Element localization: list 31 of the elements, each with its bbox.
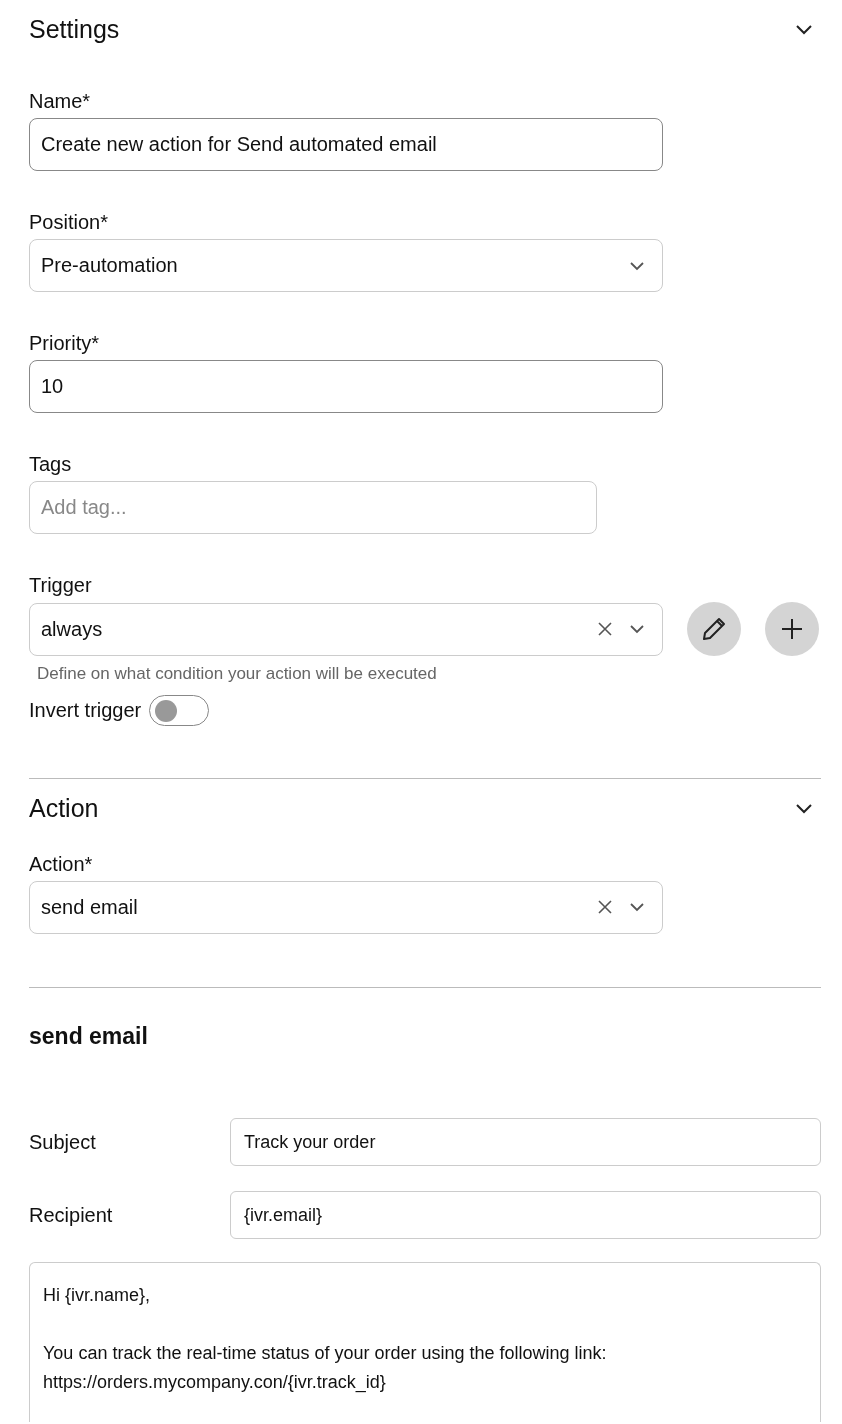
toggle-label: Invert trigger bbox=[29, 698, 142, 723]
message-body-field[interactable]: Hi {ivr.name}, You can track the real-time status of your order using the following link: https://orders.mycompany.con/{ivr.track_id} bbox=[29, 1262, 821, 1422]
field-label: Priority* bbox=[29, 331, 99, 356]
select-field[interactable]: always bbox=[29, 602, 663, 656]
field-label: Trigger bbox=[29, 573, 92, 598]
help-text: Define on what condition your action will be executed bbox=[37, 663, 437, 685]
edit-button[interactable] bbox=[687, 602, 741, 656]
chevron-down-icon bbox=[629, 623, 645, 635]
field-label: Position* bbox=[29, 210, 108, 235]
subsection-title: send email bbox=[29, 1021, 149, 1051]
tag-input-field[interactable]: Add tag... bbox=[29, 481, 597, 534]
field-label: Action* bbox=[29, 851, 93, 877]
pencil-icon bbox=[700, 615, 728, 643]
field-label: Subject bbox=[29, 1130, 97, 1155]
field-label: Name* bbox=[29, 89, 91, 114]
text-field[interactable]: {ivr.email} bbox=[230, 1191, 821, 1239]
text-field[interactable]: Track your order bbox=[230, 1118, 821, 1166]
text-field[interactable]: 10 bbox=[29, 360, 663, 413]
plus-icon bbox=[780, 617, 804, 641]
clear-icon bbox=[597, 899, 613, 915]
select-field[interactable]: Pre-automation bbox=[29, 239, 663, 292]
chevron-down-icon bbox=[629, 901, 645, 913]
chevron-down-icon bbox=[629, 259, 645, 272]
field-label: Tags bbox=[29, 452, 72, 477]
section-title: Action bbox=[29, 792, 99, 823]
add-button[interactable] bbox=[765, 602, 819, 656]
select-field[interactable]: send email bbox=[29, 880, 663, 934]
clear-icon bbox=[597, 621, 613, 637]
text-field[interactable]: Create new action for Send automated email bbox=[29, 118, 663, 171]
section-title: Settings bbox=[29, 14, 120, 44]
field-label: Recipient bbox=[29, 1203, 114, 1228]
